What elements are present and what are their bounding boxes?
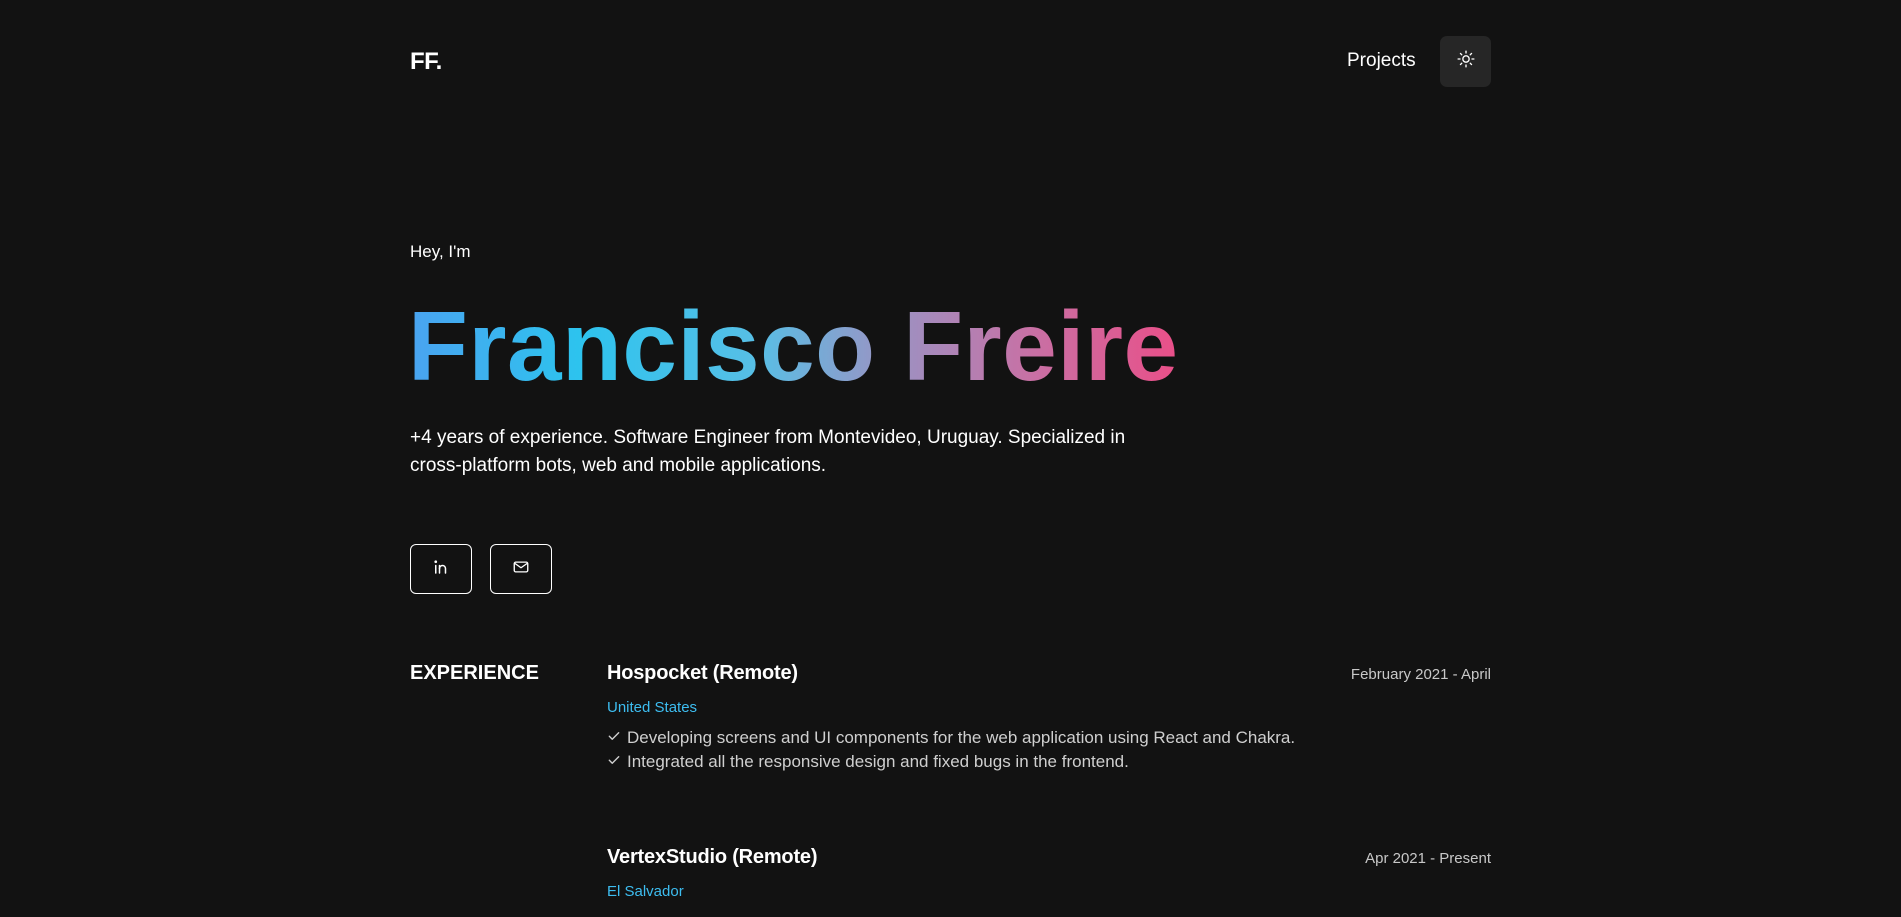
linkedin-icon — [432, 558, 450, 581]
job-date: Apr 2021 - Present — [1365, 850, 1491, 867]
job-task-list: Developing screens and UI components for… — [607, 726, 1491, 774]
job-date: February 2021 - April — [1350, 666, 1491, 683]
mail-icon — [512, 558, 530, 581]
job-task: Integrated all the responsive design and… — [607, 750, 1491, 774]
job-task-text: Developing screens and UI components for… — [627, 728, 1296, 747]
check-icon — [607, 750, 625, 774]
email-button[interactable] — [490, 544, 552, 594]
theme-toggle-button[interactable] — [1440, 36, 1491, 87]
site-logo[interactable]: FF. — [410, 48, 442, 76]
job-title: VertexStudio (Remote) — [607, 846, 818, 868]
linkedin-button[interactable] — [410, 544, 472, 594]
experience-heading: EXPERIENCE — [410, 662, 539, 684]
job-location: El Salvador — [607, 883, 684, 900]
nav-link-projects[interactable]: Projects — [1347, 50, 1416, 72]
job-task-text: Integrated all the responsive design and… — [627, 752, 1129, 771]
experience-item: Hospocket (Remote) February 2021 - April… — [607, 662, 1491, 774]
hero-greeting: Hey, I'm — [410, 242, 471, 261]
hero-bio: +4 years of experience. Software Enginee… — [410, 427, 1126, 476]
check-icon — [607, 726, 625, 750]
job-location: United States — [607, 699, 698, 716]
job-task: Developing screens and UI components for… — [607, 726, 1491, 750]
experience-item: VertexStudio (Remote) Apr 2021 - Present… — [607, 846, 1491, 900]
portfolio-page: FF. Projects Hey, I'm Francisco Freire +… — [0, 0, 1901, 917]
sun-icon — [1456, 50, 1475, 73]
hero-name: Francisco Freire — [408, 291, 1179, 401]
